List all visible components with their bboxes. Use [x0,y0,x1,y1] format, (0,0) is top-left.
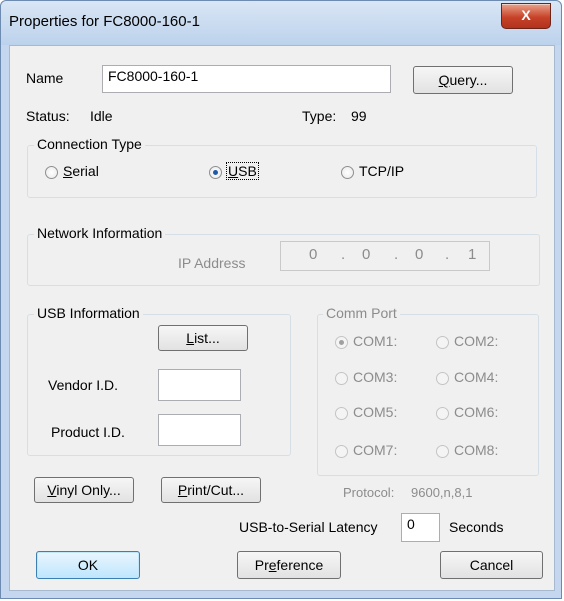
com6-label[interactable]: COM6: [454,404,498,420]
ip-separator: . [445,246,451,263]
com5-label[interactable]: COM5: [353,404,397,420]
print-cut-button[interactable]: Print/Cut... [161,477,261,503]
query-button[interactable]: Query... [413,66,513,94]
serial-radio[interactable] [45,166,58,179]
network-information-title: Network Information [34,225,166,241]
product-id-field[interactable] [158,414,241,446]
protocol-value: 9600,n,8,1 [411,485,473,500]
cancel-button[interactable]: Cancel [440,551,543,579]
properties-dialog: Properties for FC8000-160-1 X Name FC800… [0,0,562,599]
ip-octet-4: 1 [468,246,478,263]
ip-octet-3: 0 [415,246,425,263]
tcpip-label[interactable]: TCP/IP [359,163,404,179]
com2-radio[interactable] [436,336,449,349]
usb-label[interactable]: USB [226,162,259,180]
com1-radio[interactable] [335,336,348,349]
protocol-label: Protocol: [343,485,395,500]
latency-label: USB-to-Serial Latency [239,519,378,535]
product-id-label: Product I.D. [51,424,125,440]
com4-label[interactable]: COM4: [454,369,498,385]
com6-radio[interactable] [436,407,449,420]
vinyl-only-button[interactable]: Vinyl Only... [34,477,134,503]
tcpip-radio[interactable] [341,166,354,179]
latency-field[interactable]: 0 [401,513,440,542]
name-label: Name [26,70,64,86]
ok-button[interactable]: OK [36,551,140,579]
vendor-id-label: Vendor I.D. [48,377,119,393]
com1-label[interactable]: COM1: [353,333,397,349]
ip-octet-2: 0 [362,246,372,263]
com8-label[interactable]: COM8: [454,442,498,458]
ip-separator: . [341,246,347,263]
ip-separator: . [394,246,400,263]
comm-port-title: Comm Port [323,305,400,321]
type-value: 99 [351,108,367,124]
serial-label[interactable]: Serial [63,163,99,179]
com3-radio[interactable] [335,372,348,385]
radio-selected-dot [213,170,218,175]
com3-label[interactable]: COM3: [353,369,397,385]
com5-radio[interactable] [335,407,348,420]
ip-address-field: 0 . 0 . 0 . 1 [280,241,490,271]
connection-type-title: Connection Type [34,136,145,152]
name-field[interactable]: FC8000-160-1 [102,65,391,93]
connection-type-group [27,145,537,198]
com4-radio[interactable] [436,372,449,385]
ip-octet-1: 0 [309,246,319,263]
com8-radio[interactable] [436,445,449,458]
comm-port-group [317,314,539,476]
list-button[interactable]: List... [158,325,248,351]
title-bar[interactable]: Properties for FC8000-160-1 X [1,1,561,45]
com7-label[interactable]: COM7: [353,442,397,458]
com7-radio[interactable] [335,445,348,458]
window-title: Properties for FC8000-160-1 [9,13,200,30]
radio-selected-dot [339,340,344,345]
close-button[interactable]: X [501,3,551,29]
usb-radio[interactable] [209,166,222,179]
ip-address-label: IP Address [178,255,246,271]
preference-button[interactable]: Preference [237,551,341,579]
status-value: Idle [90,108,113,124]
latency-unit-label: Seconds [449,519,504,535]
vendor-id-field[interactable] [158,369,241,401]
type-label: Type: [302,108,337,124]
com2-label[interactable]: COM2: [454,333,498,349]
status-label: Status: [26,108,70,124]
dialog-client-area: Name FC8000-160-1 Query... Status: Idle … [9,45,555,591]
usb-information-title: USB Information [34,305,143,321]
